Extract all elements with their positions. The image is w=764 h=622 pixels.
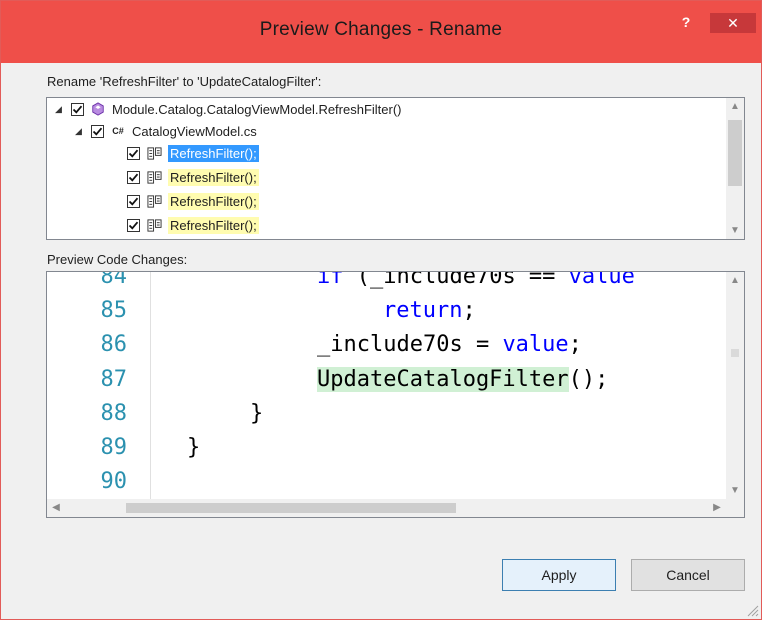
code-viewport: 84 if (_include70s == value 85 return; 8… — [47, 272, 724, 499]
tree-row-reference[interactable]: RefreshFilter(); — [127, 190, 259, 212]
reference-checkbox[interactable] — [127, 170, 140, 184]
title-bar[interactable]: Preview Changes - Rename ? ✕ — [1, 1, 761, 63]
scroll-down-icon[interactable]: ▼ — [726, 222, 744, 239]
csharp-file-icon: C# — [112, 126, 124, 136]
apply-button[interactable]: Apply — [502, 559, 616, 591]
code-reference-icon — [146, 217, 162, 233]
rename-label: Rename 'RefreshFilter' to 'UpdateCatalog… — [47, 74, 322, 89]
preview-code-label: Preview Code Changes: — [47, 252, 188, 267]
code-reference-icon — [146, 145, 162, 161]
code-line: } — [187, 435, 201, 460]
code-text: _include70s = — [317, 332, 503, 357]
tree-row-root[interactable]: ◢ Module.Catalog.CatalogViewModel.Refres… — [55, 98, 402, 120]
reference-label: RefreshFilter(); — [168, 192, 259, 210]
reference-label: RefreshFilter(); — [168, 168, 259, 186]
reference-checkbox[interactable] — [127, 146, 140, 160]
file-checkbox[interactable] — [91, 124, 104, 138]
gutter-divider — [150, 272, 151, 499]
code-line: } — [250, 401, 264, 426]
code-reference-icon — [146, 193, 162, 209]
tree-row-reference[interactable]: RefreshFilter(); — [127, 142, 259, 164]
code-text: ; — [568, 332, 582, 357]
method-icon — [90, 101, 106, 117]
dialog-content: Rename 'RefreshFilter' to 'UpdateCatalog… — [9, 63, 753, 611]
scroll-up-icon[interactable]: ▲ — [726, 98, 744, 115]
tree-row-reference[interactable]: RefreshFilter(); — [127, 166, 259, 188]
reference-label: RefreshFilter(); — [168, 144, 259, 162]
changes-tree[interactable]: ◢ Module.Catalog.CatalogViewModel.Refres… — [46, 97, 745, 240]
line-number: 89 — [100, 435, 128, 460]
expand-arrow-icon[interactable]: ◢ — [55, 104, 65, 115]
file-label: CatalogViewModel.cs — [132, 123, 257, 139]
help-button[interactable]: ? — [672, 13, 700, 33]
line-number: 84 — [100, 272, 128, 289]
root-checkbox[interactable] — [71, 102, 84, 116]
scroll-thumb[interactable] — [126, 503, 456, 513]
scroll-left-icon[interactable]: ◀ — [47, 499, 65, 517]
code-line: UpdateCatalogFilter(); — [317, 367, 608, 392]
reference-checkbox[interactable] — [127, 194, 140, 208]
root-label: Module.Catalog.CatalogViewModel.RefreshF… — [112, 101, 402, 117]
code-line: if (_include70s == value — [317, 272, 635, 289]
line-number: 85 — [100, 298, 128, 323]
code-preview-pane[interactable]: 84 if (_include70s == value 85 return; 8… — [46, 271, 745, 518]
keyword: if — [317, 272, 344, 289]
code-line: _include70s = value; — [317, 332, 582, 357]
reference-label: RefreshFilter(); — [168, 216, 259, 234]
scroll-marker — [731, 349, 739, 357]
line-number: 87 — [100, 367, 128, 392]
code-line: return; — [383, 298, 476, 323]
tree-vertical-scrollbar[interactable]: ▲ ▼ — [726, 98, 744, 239]
code-text: (); — [568, 367, 609, 392]
keyword: value — [502, 332, 569, 357]
tree-row-reference[interactable]: RefreshFilter(); — [127, 214, 259, 236]
resize-grip-icon[interactable] — [745, 603, 759, 617]
code-text: ; — [462, 298, 476, 323]
scroll-down-icon[interactable]: ▼ — [726, 482, 744, 499]
line-number: 90 — [100, 469, 128, 494]
tree-row-file[interactable]: ◢ C# CatalogViewModel.cs — [75, 120, 257, 142]
code-reference-icon — [146, 169, 162, 185]
line-number: 86 — [100, 332, 128, 357]
line-number: 88 — [100, 401, 128, 426]
changed-identifier: UpdateCatalogFilter — [317, 367, 569, 392]
code-horizontal-scrollbar[interactable]: ◀ ▶ — [47, 499, 726, 517]
window-title: Preview Changes - Rename — [259, 19, 503, 40]
scroll-right-icon[interactable]: ▶ — [708, 499, 726, 517]
code-text: (_include70s == — [343, 272, 569, 289]
cancel-button[interactable]: Cancel — [631, 559, 745, 591]
keyword: return — [383, 298, 463, 323]
scroll-up-icon[interactable]: ▲ — [726, 272, 744, 289]
keyword: value — [568, 272, 635, 289]
reference-checkbox[interactable] — [127, 218, 140, 232]
expand-arrow-icon[interactable]: ◢ — [75, 126, 85, 137]
scrollbar-corner — [726, 499, 744, 517]
close-button[interactable]: ✕ — [710, 13, 756, 33]
code-vertical-scrollbar[interactable]: ▲ ▼ — [726, 272, 744, 499]
scroll-thumb[interactable] — [728, 120, 742, 186]
preview-changes-dialog: Preview Changes - Rename ? ✕ Rename 'Ref… — [0, 0, 762, 620]
